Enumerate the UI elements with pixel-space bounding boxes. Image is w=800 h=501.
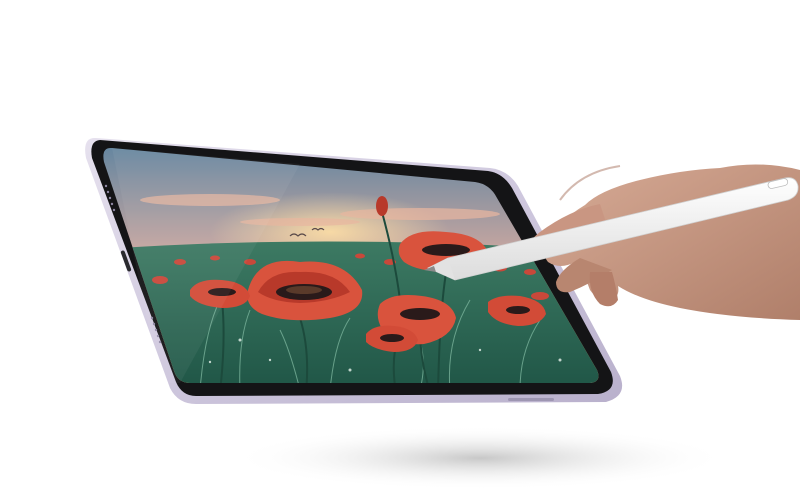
product-illustration	[85, 137, 800, 490]
product-photo	[0, 0, 800, 501]
floor-shadow	[230, 426, 730, 490]
